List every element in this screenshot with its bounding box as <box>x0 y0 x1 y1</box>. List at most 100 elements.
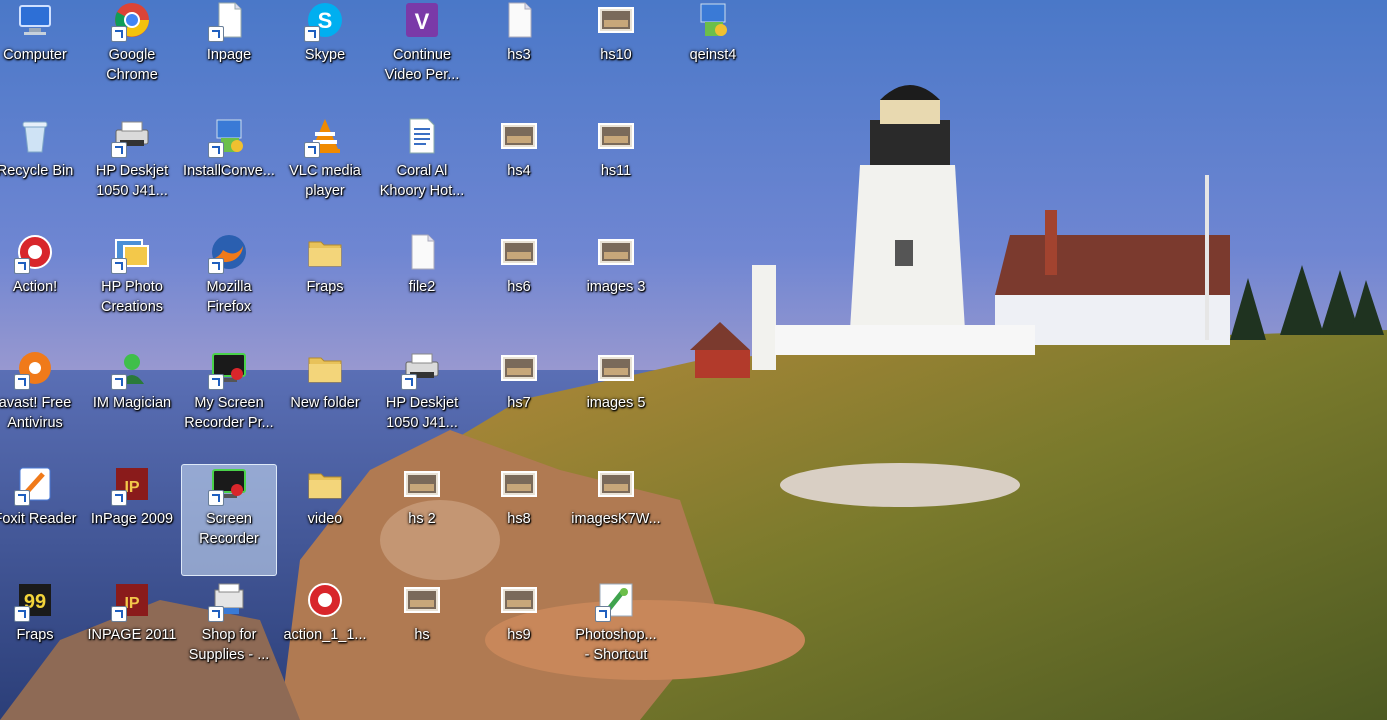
desktop-icon[interactable]: Recycle Bin <box>0 116 83 228</box>
desktop-icon-label: hs11 <box>600 163 632 179</box>
desktop-icon[interactable]: 99 Fraps <box>0 580 83 692</box>
desktop-icon[interactable]: InstallConve... <box>181 116 277 228</box>
desktop-icon[interactable]: Action! <box>0 232 83 344</box>
desktop-icon-label: New folder <box>290 395 360 411</box>
desktop-icon-label: action_1_1... <box>283 627 367 643</box>
desktop-icon[interactable]: images 5 <box>568 348 664 460</box>
desktop-icon[interactable]: images 3 <box>568 232 664 344</box>
desktop-icon-label: hs8 <box>507 511 531 527</box>
desktop-icon-label: images 3 <box>586 279 646 295</box>
desktop-icon[interactable]: Computer <box>0 0 83 112</box>
printer-icon <box>111 116 152 158</box>
shortcut-arrow-icon <box>14 258 30 274</box>
desktop-icon[interactable]: avast! Free Antivirus <box>0 348 83 460</box>
desktop-icon-label: video <box>307 511 343 527</box>
desktop-icon-label: Screen Recorder <box>199 511 259 547</box>
desktop-icon[interactable]: video <box>277 464 373 576</box>
desktop[interactable]: Computer Google Chrome Inpage S Skype V Contin… <box>0 0 1387 720</box>
avast-icon <box>14 348 55 390</box>
desktop-icon[interactable]: HP Deskjet 1050 J41... <box>374 348 470 460</box>
desktop-icon-label: avast! Free Antivirus <box>0 395 72 431</box>
desktop-icon[interactable]: hs11 <box>568 116 664 228</box>
desktop-icon[interactable]: New folder <box>277 348 373 460</box>
desktop-icon[interactable]: Inpage <box>181 0 277 112</box>
shortcut-arrow-icon <box>208 26 224 42</box>
desktop-icon[interactable]: IM Magician <box>84 348 180 460</box>
desktop-icon[interactable]: Photoshop... - Shortcut <box>568 580 664 692</box>
desktop-icon[interactable]: S Skype <box>277 0 373 112</box>
desktop-icon[interactable]: IP InPage 2009 <box>84 464 180 576</box>
desktop-icon[interactable]: imagesK7W... <box>568 464 664 576</box>
photo-creations-icon <box>111 232 152 274</box>
shortcut-arrow-icon <box>14 374 30 390</box>
shortcut-arrow-icon <box>14 490 30 506</box>
desktop-icon[interactable]: hs 2 <box>374 464 470 576</box>
shortcut-arrow-icon <box>208 142 224 158</box>
video-editor-icon: V <box>402 0 442 40</box>
blank-file-icon <box>499 0 539 40</box>
image-thumbnail-icon <box>596 116 636 156</box>
desktop-icon[interactable]: Fraps <box>277 232 373 344</box>
shortcut-arrow-icon <box>111 606 127 622</box>
desktop-icon[interactable]: hs10 <box>568 0 664 112</box>
desktop-icon[interactable]: HP Deskjet 1050 J41... <box>84 116 180 228</box>
desktop-icon-label: Photoshop... - Shortcut <box>575 627 657 663</box>
screen-recorder-icon <box>208 464 249 506</box>
desktop-icon-label: images 5 <box>586 395 646 411</box>
desktop-icon[interactable]: Coral Al Khoory Hot... <box>374 116 470 228</box>
screen-recorder-icon <box>208 348 249 390</box>
desktop-icon[interactable]: My Screen Recorder Pr... <box>181 348 277 460</box>
desktop-icon[interactable]: hs4 <box>471 116 567 228</box>
desktop-icon[interactable]: Shop for Supplies - ... <box>181 580 277 692</box>
desktop-icon-label: imagesK7W... <box>571 511 661 527</box>
inpage-icon: IP <box>111 464 152 506</box>
image-thumbnail-icon <box>402 464 442 504</box>
desktop-icon-label: Skype <box>304 47 346 63</box>
desktop-icon[interactable]: hs <box>374 580 470 692</box>
desktop-icon[interactable]: Mozilla Firefox <box>181 232 277 344</box>
desktop-icon-label: Foxit Reader <box>0 511 77 527</box>
desktop-icon[interactable]: action_1_1... <box>277 580 373 692</box>
computer-icon <box>15 0 55 40</box>
folder-icon <box>305 464 345 504</box>
desktop-icon-label: hs6 <box>507 279 531 295</box>
firefox-icon <box>208 232 249 274</box>
image-thumbnail-icon <box>499 464 539 504</box>
shortcut-arrow-icon <box>111 258 127 274</box>
vlc-icon <box>304 116 345 158</box>
desktop-icon[interactable]: IP INPAGE 2011 <box>84 580 180 692</box>
im-magician-icon <box>111 348 152 390</box>
desktop-icon[interactable]: V Continue Video Per... <box>374 0 470 112</box>
action-recorder-icon <box>14 232 55 274</box>
desktop-icon[interactable]: Google Chrome <box>84 0 180 112</box>
desktop-icon[interactable]: Screen Recorder <box>181 464 277 576</box>
desktop-icon[interactable]: hs8 <box>471 464 567 576</box>
desktop-icon-label: HP Deskjet 1050 J41... <box>95 163 169 199</box>
shortcut-arrow-icon <box>111 374 127 390</box>
desktop-icon[interactable]: VLC media player <box>277 116 373 228</box>
desktop-icon[interactable]: hs6 <box>471 232 567 344</box>
desktop-icon[interactable]: hs3 <box>471 0 567 112</box>
folder-icon <box>305 232 345 272</box>
shortcut-arrow-icon <box>111 142 127 158</box>
desktop-icon[interactable]: Foxit Reader <box>0 464 83 576</box>
desktop-icon[interactable]: hs9 <box>471 580 567 692</box>
image-thumbnail-icon <box>499 348 539 388</box>
image-thumbnail-icon <box>499 116 539 156</box>
desktop-icon[interactable]: HP Photo Creations <box>84 232 180 344</box>
desktop-icon[interactable]: file2 <box>374 232 470 344</box>
desktop-icon-label: Action! <box>12 279 58 295</box>
desktop-icon-label: InstallConve... <box>183 163 275 179</box>
chrome-icon <box>111 0 152 42</box>
desktop-icon[interactable]: qeinst4 <box>665 0 761 112</box>
desktop-icon-label: hs4 <box>507 163 531 179</box>
action-recorder-icon <box>305 580 345 620</box>
desktop-icon-label: Google Chrome <box>106 47 158 83</box>
desktop-icon[interactable]: hs7 <box>471 348 567 460</box>
shortcut-arrow-icon <box>401 374 417 390</box>
installer-icon <box>208 116 249 158</box>
inpage-icon: IP <box>111 580 152 622</box>
desktop-icon-label: hs3 <box>507 47 531 63</box>
desktop-icon-label: qeinst4 <box>689 47 737 63</box>
desktop-icon-label: Fraps <box>306 279 344 295</box>
